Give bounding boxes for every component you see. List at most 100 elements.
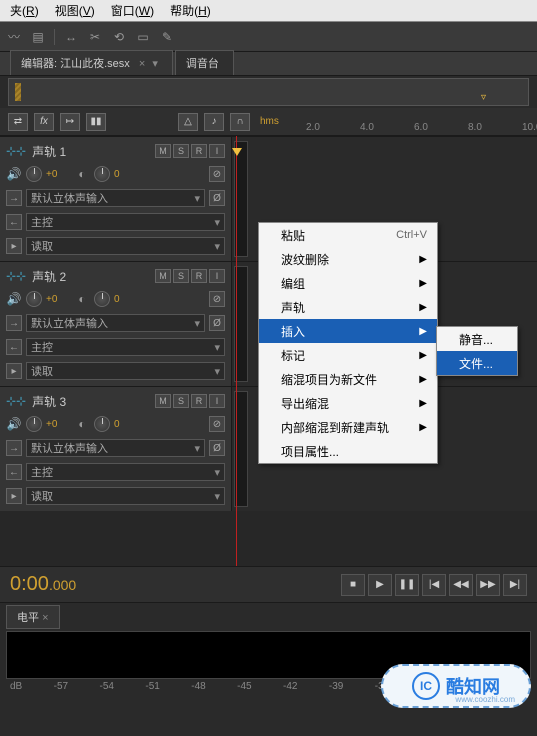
automation-toggle-icon[interactable]: ▸ bbox=[6, 363, 22, 379]
mute-button[interactable]: M bbox=[155, 269, 171, 283]
menu-view[interactable]: 视图(V) bbox=[49, 0, 101, 21]
track-wave-icon: ⊹⊹ bbox=[6, 144, 26, 158]
ctx-ripple-delete[interactable]: 波纹删除▶ bbox=[259, 247, 437, 271]
timecode-display[interactable]: 0:00.000 bbox=[10, 573, 76, 597]
ctx-group[interactable]: 编组▶ bbox=[259, 271, 437, 295]
ruler-tick: 10.0 bbox=[522, 122, 537, 133]
automation-toggle-icon[interactable]: ▸ bbox=[6, 488, 22, 504]
ctx-bounce-newtrack[interactable]: 内部缩混到新建声轨▶ bbox=[259, 415, 437, 439]
phase-button[interactable]: ⊘ bbox=[209, 166, 225, 182]
automation-mode-dropdown[interactable]: 读取▾ bbox=[26, 362, 225, 380]
ctx-project-properties[interactable]: 项目属性... bbox=[259, 439, 437, 463]
track-name[interactable]: 声轨 3 bbox=[32, 393, 149, 410]
go-end-button[interactable]: ▶| bbox=[503, 574, 527, 596]
rewind-button[interactable]: ◀◀ bbox=[449, 574, 473, 596]
db-label: -51 bbox=[145, 681, 159, 692]
tool-metronome-icon[interactable]: △ bbox=[178, 113, 198, 131]
tool-brush-icon[interactable]: ✎ bbox=[159, 29, 175, 45]
pan-value[interactable]: 0 bbox=[114, 419, 138, 430]
input-dropdown[interactable]: 默认立体声输入▾ bbox=[26, 189, 205, 207]
input-dropdown[interactable]: 默认立体声输入▾ bbox=[26, 314, 205, 332]
record-button[interactable]: R bbox=[191, 144, 207, 158]
input-dropdown[interactable]: 默认立体声输入▾ bbox=[26, 439, 205, 457]
tab-menu-icon[interactable]: ▾ bbox=[152, 58, 158, 70]
pause-button[interactable]: ❚❚ bbox=[395, 574, 419, 596]
track-name[interactable]: 声轨 1 bbox=[32, 143, 149, 160]
tab-close-icon[interactable]: × bbox=[139, 58, 145, 70]
tool-snap-icon[interactable]: ∩ bbox=[230, 113, 250, 131]
menu-help[interactable]: 帮助(H) bbox=[164, 0, 217, 21]
track-meter bbox=[234, 391, 248, 507]
input-config-button[interactable]: Ø bbox=[209, 440, 225, 456]
track-msr-group: M S R I bbox=[155, 394, 225, 408]
solo-button[interactable]: S bbox=[173, 269, 189, 283]
forward-button[interactable]: ▶▶ bbox=[476, 574, 500, 596]
input-config-button[interactable]: Ø bbox=[209, 190, 225, 206]
ctx-marker[interactable]: 标记▶ bbox=[259, 343, 437, 367]
automation-toggle-icon[interactable]: ▸ bbox=[6, 238, 22, 254]
tool-waveform-icon[interactable]: 〰 bbox=[6, 29, 22, 45]
mute-button[interactable]: M bbox=[155, 394, 171, 408]
playhead-indicator-icon[interactable] bbox=[232, 148, 242, 158]
submenu-silence[interactable]: 静音... bbox=[437, 327, 517, 351]
play-button[interactable]: ▶ bbox=[368, 574, 392, 596]
output-dropdown[interactable]: 主控▾ bbox=[26, 338, 225, 356]
chevron-down-icon: ▾ bbox=[194, 317, 200, 330]
mute-button[interactable]: M bbox=[155, 144, 171, 158]
tab-mixer[interactable]: 调音台 bbox=[175, 50, 234, 75]
volume-knob[interactable] bbox=[26, 416, 42, 432]
output-dropdown[interactable]: 主控▾ bbox=[26, 463, 225, 481]
ctx-export-mixdown[interactable]: 导出缩混▶ bbox=[259, 391, 437, 415]
output-dropdown[interactable]: 主控▾ bbox=[26, 213, 225, 231]
automation-mode-dropdown[interactable]: 读取▾ bbox=[26, 487, 225, 505]
record-button[interactable]: R bbox=[191, 269, 207, 283]
tool-razor-icon[interactable]: ✂ bbox=[87, 29, 103, 45]
monitor-button[interactable]: I bbox=[209, 394, 225, 408]
volume-value[interactable]: +0 bbox=[46, 294, 70, 305]
tool-multitrack-icon[interactable]: ▤ bbox=[30, 29, 46, 45]
close-icon[interactable]: × bbox=[42, 612, 48, 624]
chevron-right-icon: ▶ bbox=[419, 374, 427, 385]
volume-knob[interactable] bbox=[26, 166, 42, 182]
record-button[interactable]: R bbox=[191, 394, 207, 408]
tool-slip-icon[interactable]: ⟲ bbox=[111, 29, 127, 45]
ctx-mixdown-newfile[interactable]: 缩混项目为新文件▶ bbox=[259, 367, 437, 391]
tool-sends-icon[interactable]: ↦ bbox=[60, 113, 80, 131]
pan-knob[interactable] bbox=[94, 291, 110, 307]
level-tab[interactable]: 电平 × bbox=[6, 605, 60, 629]
pan-value[interactable]: 0 bbox=[114, 294, 138, 305]
ctx-paste[interactable]: 粘贴Ctrl+V bbox=[259, 223, 437, 247]
pan-knob[interactable] bbox=[94, 166, 110, 182]
track-name[interactable]: 声轨 2 bbox=[32, 268, 149, 285]
volume-knob[interactable] bbox=[26, 291, 42, 307]
menu-window[interactable]: 窗口(W) bbox=[105, 0, 160, 21]
volume-value[interactable]: +0 bbox=[46, 169, 70, 180]
tool-move-icon[interactable]: ↔ bbox=[63, 29, 79, 45]
menu-clip[interactable]: 夹(R) bbox=[4, 0, 45, 21]
monitor-button[interactable]: I bbox=[209, 144, 225, 158]
phase-button[interactable]: ⊘ bbox=[209, 291, 225, 307]
tab-editor[interactable]: 编辑器: 江山此夜.sesx × ▾ bbox=[10, 50, 173, 75]
monitor-button[interactable]: I bbox=[209, 269, 225, 283]
volume-icon: 🔊 bbox=[6, 291, 22, 307]
tool-fx-icon[interactable]: fx bbox=[34, 113, 54, 131]
stop-button[interactable]: ■ bbox=[341, 574, 365, 596]
input-config-button[interactable]: Ø bbox=[209, 315, 225, 331]
phase-button[interactable]: ⊘ bbox=[209, 416, 225, 432]
time-ruler[interactable]: hms 2.0 4.0 6.0 8.0 10.0 bbox=[256, 108, 529, 135]
automation-mode-dropdown[interactable]: 读取▾ bbox=[26, 237, 225, 255]
volume-value[interactable]: +0 bbox=[46, 419, 70, 430]
solo-button[interactable]: S bbox=[173, 144, 189, 158]
tool-global-lock-icon[interactable]: ⇄ bbox=[8, 113, 28, 131]
tool-countoff-icon[interactable]: ♪ bbox=[204, 113, 224, 131]
timeline-overview[interactable]: ▿ bbox=[8, 78, 529, 106]
go-start-button[interactable]: |◀ bbox=[422, 574, 446, 596]
pan-value[interactable]: 0 bbox=[114, 169, 138, 180]
tool-select-icon[interactable]: ▭ bbox=[135, 29, 151, 45]
tool-eq-icon[interactable]: ▮▮ bbox=[86, 113, 106, 131]
submenu-file[interactable]: 文件... bbox=[437, 351, 517, 375]
ctx-insert[interactable]: 插入▶ bbox=[259, 319, 437, 343]
pan-knob[interactable] bbox=[94, 416, 110, 432]
solo-button[interactable]: S bbox=[173, 394, 189, 408]
ctx-track[interactable]: 声轨▶ bbox=[259, 295, 437, 319]
